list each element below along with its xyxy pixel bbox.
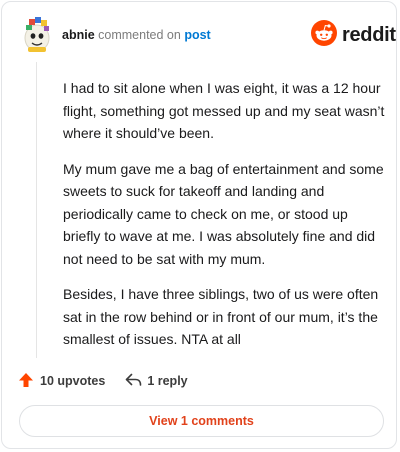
commented-on-text: commented on (98, 28, 181, 42)
comment-actions: 10 upvotes 1 reply (18, 370, 188, 392)
reply-count: 1 reply (147, 374, 188, 388)
reddit-logo-icon (311, 19, 337, 51)
upvote-arrow-icon (18, 372, 40, 391)
comment-card: abnie commented on post reddit I had to … (1, 1, 397, 449)
post-link[interactable]: post (184, 28, 210, 42)
comment-paragraph: Besides, I have three siblings, two of u… (63, 286, 379, 347)
comment-body: I had to sit alone when I was eight, it … (63, 77, 388, 364)
comment-paragraph: My mum gave me a bag of entertainment an… (63, 160, 384, 267)
thread-line (36, 62, 37, 358)
reddit-wordmark: reddit (342, 23, 396, 46)
reply-button[interactable]: 1 reply (125, 373, 188, 390)
view-comments-button[interactable]: View 1 comments (19, 405, 384, 437)
comment-header: abnie commented on post (62, 27, 211, 43)
reddit-brand[interactable]: reddit (311, 19, 396, 51)
avatar[interactable] (20, 16, 54, 54)
upvote-button[interactable]: 10 upvotes (18, 372, 105, 391)
reply-arrow-icon (125, 373, 147, 390)
upvote-count: 10 upvotes (40, 374, 106, 388)
view-comments-label: View 1 comments (149, 414, 254, 428)
username-link[interactable]: abnie (62, 28, 95, 42)
comment-paragraph: I had to sit alone when I was eight, it … (63, 80, 385, 141)
